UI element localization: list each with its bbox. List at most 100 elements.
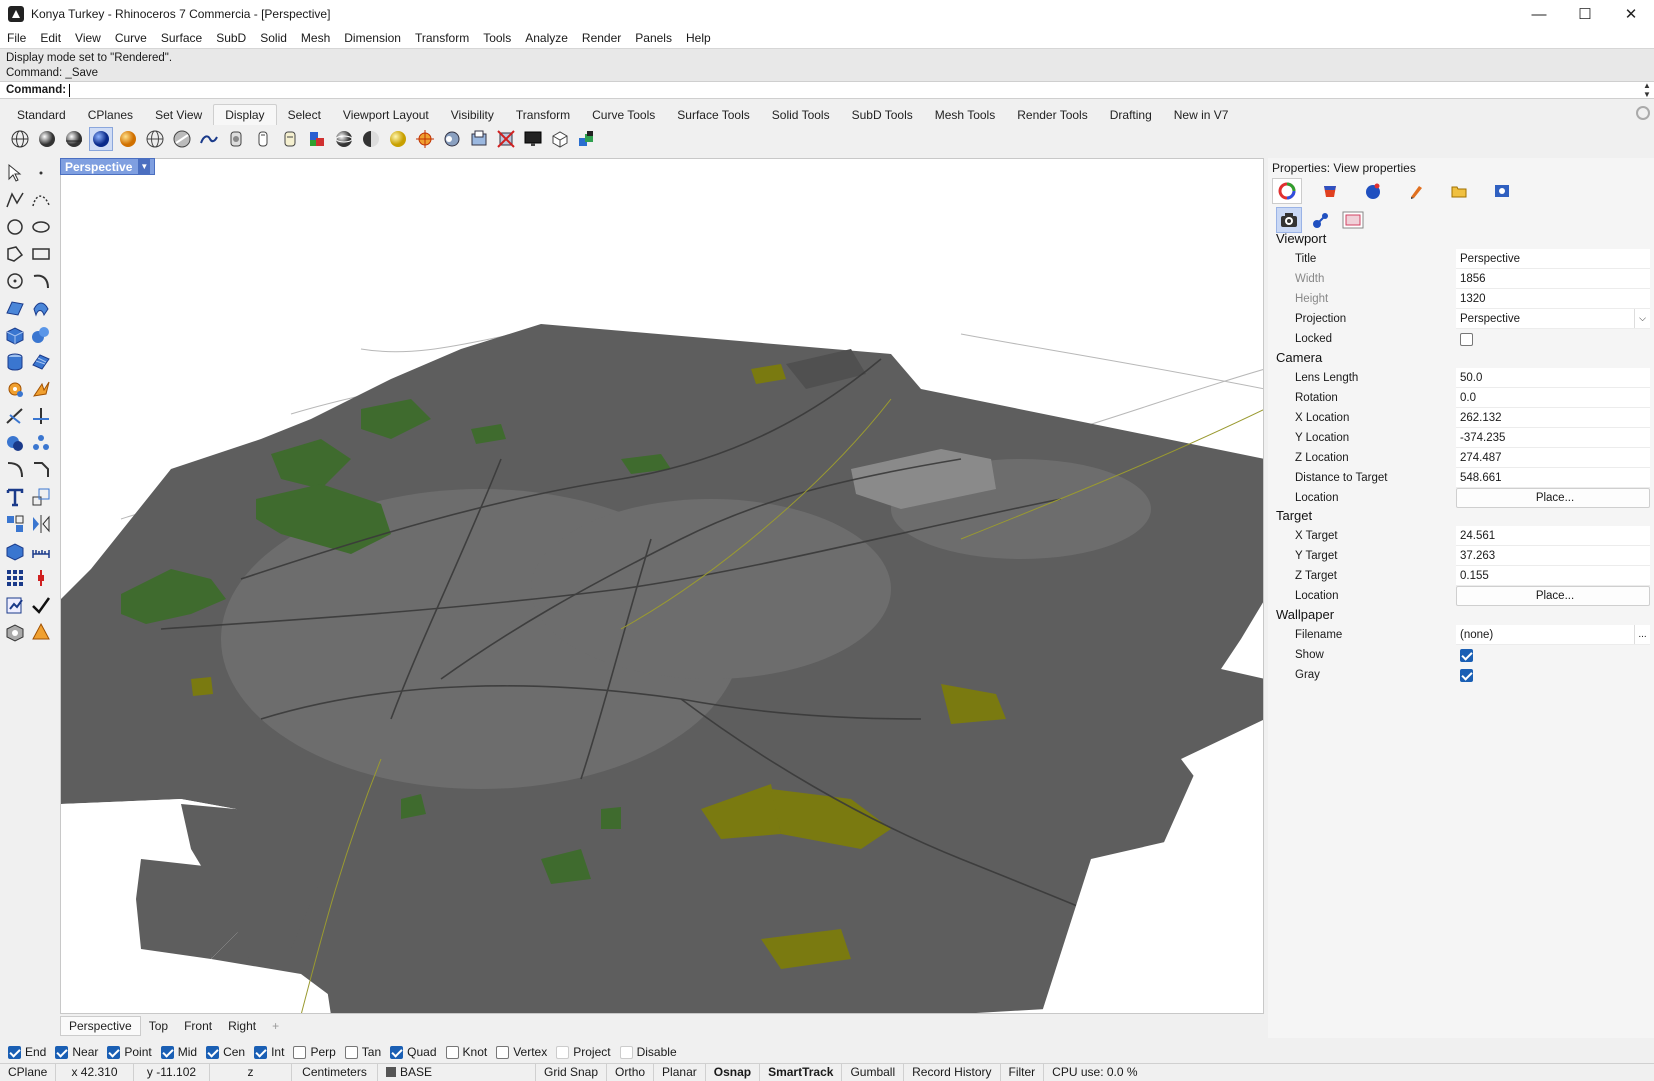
osnap-knot-checkbox[interactable] <box>445 1045 459 1059</box>
explode-icon[interactable] <box>30 378 52 400</box>
status-grid-snap[interactable]: Grid Snap <box>536 1063 608 1081</box>
group-icon[interactable] <box>30 432 52 454</box>
rendered-icon[interactable] <box>62 127 86 151</box>
osnap-project-checkbox[interactable] <box>556 1045 570 1059</box>
menu-file[interactable]: File <box>0 31 33 45</box>
add-viewport-tab-icon[interactable]: + <box>264 1017 287 1035</box>
status-gumball[interactable]: Gumball <box>842 1063 905 1081</box>
tab-drafting[interactable]: Drafting <box>1099 105 1163 125</box>
target-place-button[interactable]: Place... <box>1456 586 1650 606</box>
osnap-end-checkbox[interactable] <box>8 1045 21 1059</box>
analyze-icon[interactable] <box>4 594 26 616</box>
arctic-icon[interactable] <box>224 127 248 151</box>
help-icon[interactable] <box>1487 178 1517 204</box>
menu-tools[interactable]: Tools <box>476 31 518 45</box>
menu-solid[interactable]: Solid <box>253 31 294 45</box>
brush-icon[interactable] <box>1401 178 1431 204</box>
render-icon[interactable] <box>4 621 26 643</box>
pen-display-icon[interactable] <box>305 127 329 151</box>
status-layer[interactable]: BASE <box>378 1063 536 1081</box>
y-target-field[interactable]: 37.263 <box>1456 546 1650 566</box>
light-icon[interactable] <box>1308 207 1334 233</box>
menu-panels[interactable]: Panels <box>628 31 679 45</box>
tab-mesh-tools[interactable]: Mesh Tools <box>924 105 1006 125</box>
polyline-icon[interactable] <box>4 189 26 211</box>
text-icon[interactable] <box>4 486 26 508</box>
status-osnap[interactable]: Osnap <box>706 1063 761 1081</box>
osnap-knot[interactable]: Knot <box>445 1045 487 1059</box>
minimize-button[interactable]: — <box>1516 0 1562 28</box>
tab-viewport-layout[interactable]: Viewport Layout <box>332 105 440 125</box>
browse-button[interactable]: ... <box>1634 625 1650 644</box>
command-line[interactable]: Command: <box>0 81 1654 99</box>
menu-view[interactable]: View <box>68 31 108 45</box>
tab-select[interactable]: Select <box>277 105 332 125</box>
command-input[interactable] <box>69 83 71 97</box>
filename-field[interactable]: (none)... <box>1456 625 1650 645</box>
z-target-field[interactable]: 0.155 <box>1456 566 1650 586</box>
title-field[interactable]: Perspective <box>1456 249 1650 269</box>
sphere-solid-icon[interactable] <box>30 324 52 346</box>
polygon-icon[interactable] <box>4 243 26 265</box>
dimension-icon[interactable] <box>30 540 52 562</box>
dimension-box-icon[interactable] <box>4 540 26 562</box>
tab-solid-tools[interactable]: Solid Tools <box>761 105 841 125</box>
tab-standard[interactable]: Standard <box>6 105 77 125</box>
command-scroll-arrows[interactable]: ▲ ▼ <box>1640 81 1654 99</box>
y-location-field[interactable]: -374.235 <box>1456 428 1650 448</box>
status-cplane[interactable]: CPlane <box>0 1063 56 1081</box>
rectangle-icon[interactable] <box>30 243 52 265</box>
shaded-sphere-icon[interactable] <box>332 127 356 151</box>
align-icon[interactable] <box>4 513 26 535</box>
osnap-perp[interactable]: Perp <box>293 1045 336 1059</box>
tab-surface-tools[interactable]: Surface Tools <box>666 105 761 125</box>
monochrome-icon[interactable] <box>278 127 302 151</box>
osnap-vertex-checkbox[interactable] <box>496 1045 510 1059</box>
osnap-disable[interactable]: Disable <box>619 1045 677 1059</box>
osnap-point[interactable]: Point <box>107 1045 152 1059</box>
tab-render-tools[interactable]: Render Tools <box>1006 105 1099 125</box>
osnap-tan[interactable]: Tan <box>344 1045 381 1059</box>
screen-icon[interactable] <box>521 127 545 151</box>
cylinder-icon[interactable] <box>4 351 26 373</box>
loft-icon[interactable] <box>30 297 52 319</box>
projection-select[interactable]: Perspective ⌵ <box>1456 309 1650 329</box>
artistic-icon[interactable] <box>170 127 194 151</box>
surface-icon[interactable] <box>4 297 26 319</box>
chevron-down-icon[interactable]: ▼ <box>138 159 151 174</box>
tab-visibility[interactable]: Visibility <box>440 105 505 125</box>
scale-icon[interactable] <box>30 486 52 508</box>
osnap-int-checkbox[interactable] <box>254 1045 268 1059</box>
x-target-field[interactable]: 24.561 <box>1456 526 1650 546</box>
wireframe-icon[interactable] <box>8 127 32 151</box>
osnap-point-checkbox[interactable] <box>107 1045 121 1059</box>
osnap-mid-checkbox[interactable] <box>160 1045 174 1059</box>
curve-icon[interactable] <box>30 189 52 211</box>
material-triangle-icon[interactable] <box>30 621 52 643</box>
menu-curve[interactable]: Curve <box>108 31 154 45</box>
box-solid-icon[interactable] <box>4 324 26 346</box>
tab-subd-tools[interactable]: SubD Tools <box>841 105 924 125</box>
gumball-icon[interactable] <box>30 567 52 589</box>
osnap-quad[interactable]: Quad <box>390 1045 437 1059</box>
split-icon[interactable] <box>30 405 52 427</box>
shaded-globe-icon[interactable] <box>386 127 410 151</box>
tab-display[interactable]: Display <box>213 104 277 125</box>
menu-help[interactable]: Help <box>679 31 718 45</box>
viewtab-right[interactable]: Right <box>220 1017 264 1035</box>
osnap-near-checkbox[interactable] <box>55 1045 69 1059</box>
mirror-icon[interactable] <box>30 513 52 535</box>
trim-icon[interactable] <box>4 405 26 427</box>
array-icon[interactable] <box>4 567 26 589</box>
osnap-end[interactable]: End <box>8 1045 46 1059</box>
x-location-field[interactable]: 262.132 <box>1456 408 1650 428</box>
mesh-plane-icon[interactable] <box>30 351 52 373</box>
menu-surface[interactable]: Surface <box>154 31 209 45</box>
locked-checkbox[interactable] <box>1460 332 1473 346</box>
perspective-viewport[interactable] <box>60 158 1264 1014</box>
viewtab-top[interactable]: Top <box>141 1017 176 1035</box>
checkmark-icon[interactable] <box>30 594 52 616</box>
menu-mesh[interactable]: Mesh <box>294 31 337 45</box>
osnap-vertex[interactable]: Vertex <box>496 1045 547 1059</box>
menu-subd[interactable]: SubD <box>209 31 253 45</box>
